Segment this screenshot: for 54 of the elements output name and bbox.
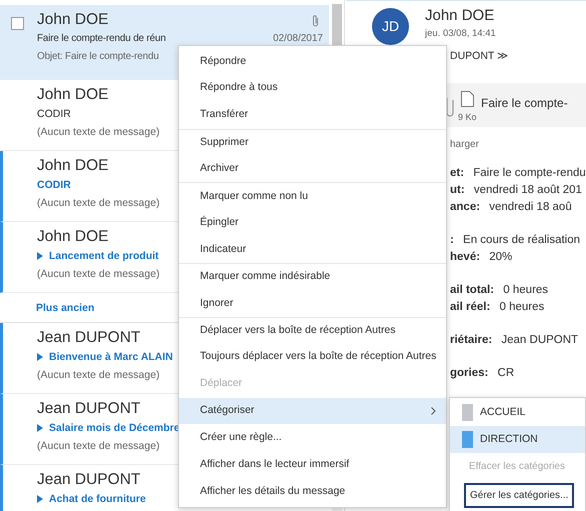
- message-subject: Salaire mois de Décembre: [49, 421, 180, 436]
- message-subject: Faire le compte-rendu de réun: [37, 32, 166, 46]
- sender-name: Jean DUPONT: [37, 399, 140, 419]
- menu-item[interactable]: Déplacer vers la boîte de réception Autres: [179, 316, 446, 344]
- menu-item[interactable]: Marquer comme indésirable: [179, 263, 446, 290]
- expand-arrow-icon[interactable]: [37, 424, 43, 432]
- sender-name: John DOE: [37, 10, 109, 30]
- message-preview: Objet: Faire le compte-rendu: [37, 50, 159, 64]
- category-item[interactable]: DIRECTION: [450, 426, 585, 453]
- message-date: 02/08/2017: [272, 32, 323, 46]
- message-preview: (Aucun texte de message): [37, 125, 160, 140]
- detail-row: ail total: 0 heures: [450, 284, 548, 296]
- message-preview: (Aucun texte de message): [37, 267, 160, 282]
- paperclip-icon: [446, 96, 454, 118]
- message-subject: Bienvenue à Marc ALAIN: [49, 350, 173, 365]
- detail-row: ut: vendredi 18 août 201: [450, 184, 582, 196]
- message-subject: CODIR: [37, 107, 71, 122]
- recipient-name[interactable]: DUPONT ≫: [450, 49, 510, 65]
- menu-item[interactable]: Supprimer: [179, 128, 446, 156]
- sender-name: Jean DUPONT: [37, 470, 140, 490]
- detail-row: et: Faire le compte-rendu: [450, 167, 586, 179]
- message-preview: (Aucun texte de message): [37, 196, 160, 211]
- message-subject: Lancement de produit: [49, 249, 159, 264]
- download-link[interactable]: harger: [450, 137, 479, 152]
- detail-row: ance: vendredi 18 aoû: [450, 201, 572, 213]
- sender-name: John DOE: [425, 6, 494, 26]
- attachment-size: 9 Ko: [458, 111, 477, 124]
- sender-name: John DOE: [37, 85, 109, 105]
- avatar: JD: [372, 8, 409, 45]
- category-item[interactable]: ACCUEIL: [450, 399, 585, 426]
- sender-name: John DOE: [37, 227, 109, 247]
- sender-name: Jean DUPONT: [37, 328, 140, 348]
- checkbox[interactable]: [11, 17, 24, 30]
- detail-row: : En cours de réalisation: [450, 234, 580, 246]
- file-icon: [461, 91, 474, 107]
- expand-arrow-icon[interactable]: [37, 252, 43, 260]
- menu-item[interactable]: Afficher les détails du message: [179, 478, 446, 506]
- expand-arrow-icon[interactable]: [37, 353, 43, 361]
- detail-row: ail réel: 0 heures: [450, 301, 544, 313]
- manage-categories-button[interactable]: Gérer les catégories...: [464, 483, 574, 508]
- detail-row: hevé: 20%: [450, 251, 512, 263]
- message-subject: Achat de fourniture: [49, 492, 146, 507]
- message-preview: (Aucun texte de message): [37, 368, 160, 383]
- sent-date: jeu. 03/08, 14:41: [425, 27, 496, 41]
- menu-item[interactable]: Catégoriser: [179, 398, 446, 424]
- detail-row: gories: CR: [450, 367, 514, 379]
- menu-item[interactable]: Marquer comme non lu: [179, 182, 446, 210]
- attachment-name: Faire le compte-: [481, 95, 568, 112]
- chevron-right-icon: [431, 407, 436, 416]
- sender-name: John DOE: [37, 156, 109, 176]
- message-subject: CODIR: [37, 178, 71, 193]
- expand-arrow-icon[interactable]: [37, 495, 43, 503]
- message-preview: (Aucun texte de message): [37, 439, 160, 454]
- detail-row: riétaire: Jean DUPONT: [450, 334, 578, 346]
